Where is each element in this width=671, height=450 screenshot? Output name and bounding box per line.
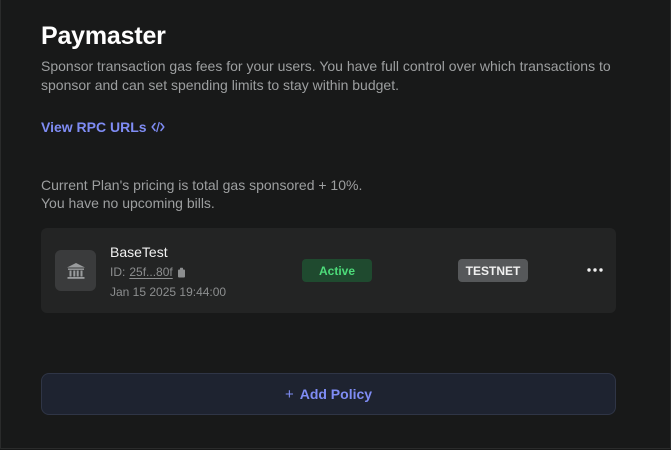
- rpc-link-label: View RPC URLs: [41, 119, 147, 135]
- more-options-button[interactable]: [581, 260, 609, 280]
- policy-created-date: Jan 15 2025 19:44:00: [110, 285, 227, 299]
- policy-name: BaseTest: [110, 244, 168, 260]
- pricing-line: Current Plan's pricing is total gas spon…: [41, 177, 363, 193]
- view-rpc-urls-link[interactable]: View RPC URLs: [41, 119, 165, 135]
- policy-id-value[interactable]: 25f...80f: [129, 265, 172, 279]
- copy-icon[interactable]: [177, 267, 186, 278]
- paymaster-panel: Paymaster Sponsor transaction gas fees f…: [0, 0, 671, 449]
- policy-card[interactable]: BaseTest ID: 25f...80f Jan 15 2025 19:44…: [41, 228, 616, 313]
- bills-line: You have no upcoming bills.: [41, 195, 215, 211]
- plus-icon: +: [284, 385, 294, 403]
- policy-id-label: ID:: [110, 265, 126, 279]
- add-policy-label: Add Policy: [299, 386, 373, 402]
- bank-icon: [55, 250, 96, 291]
- network-badge: TESTNET: [458, 259, 528, 282]
- add-policy-button[interactable]: + Add Policy: [41, 373, 616, 415]
- status-badge: Active: [302, 259, 372, 282]
- code-icon: [150, 121, 165, 133]
- pricing-info: Current Plan's pricing is total gas spon…: [41, 176, 362, 212]
- policy-id: ID: 25f...80f: [110, 265, 186, 279]
- more-horizontal-icon: [587, 268, 603, 272]
- page-title: Paymaster: [41, 22, 166, 50]
- page-description: Sponsor transaction gas fees for your us…: [41, 58, 611, 93]
